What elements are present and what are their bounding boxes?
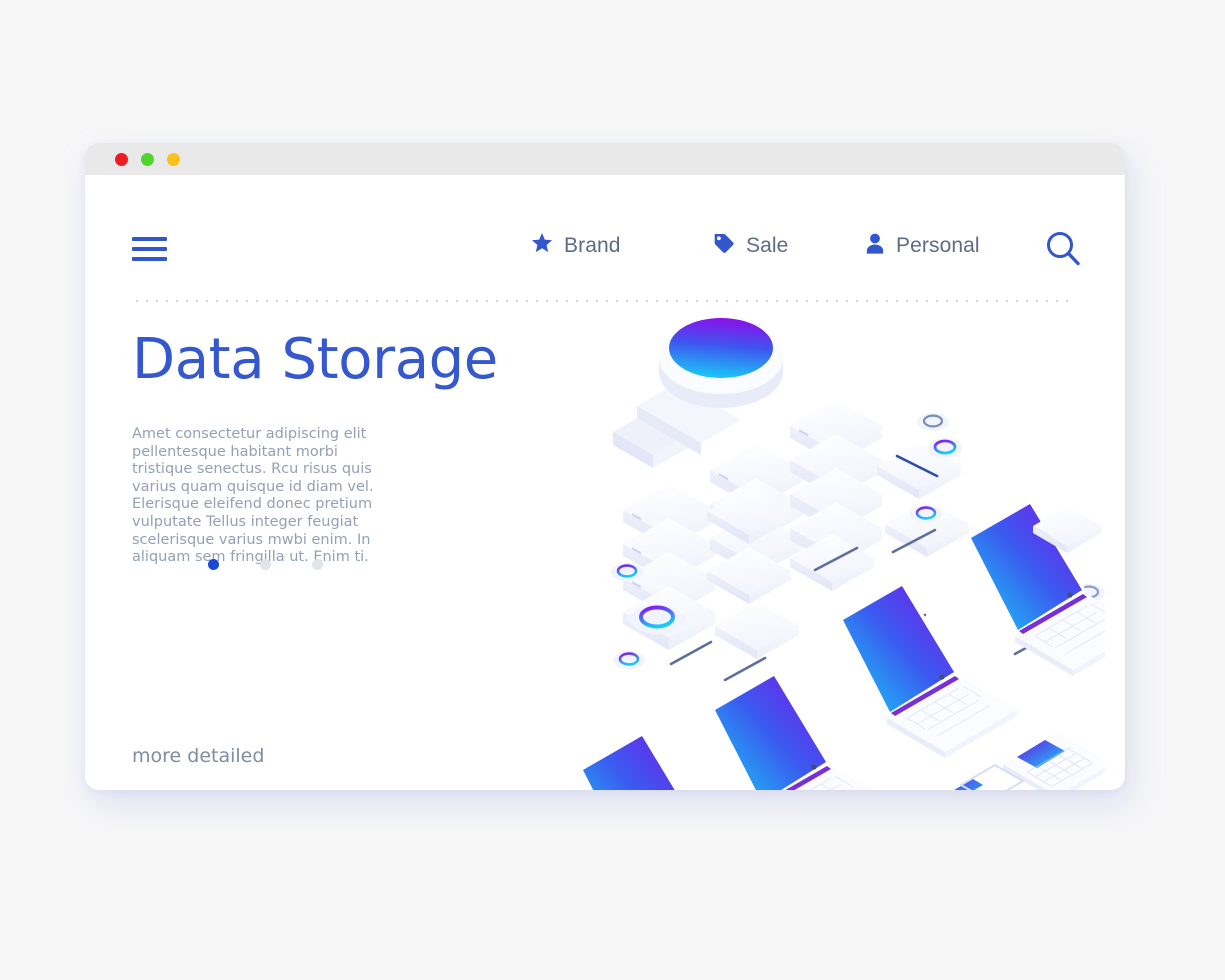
nav-item-sale[interactable]: Sale xyxy=(713,233,788,259)
browser-window: Brand Sale Personal Data Storage Amet co… xyxy=(85,143,1125,790)
nav-item-brand[interactable]: Brand xyxy=(531,233,621,259)
nav-item-personal[interactable]: Personal xyxy=(865,233,980,259)
more-detailed-link[interactable]: more detailed xyxy=(132,745,264,767)
tag-icon xyxy=(713,233,735,259)
carousel-dot-3[interactable] xyxy=(312,559,323,570)
isometric-data-storage-illustration xyxy=(485,280,1105,790)
keyboard xyxy=(1003,732,1105,790)
search-icon[interactable] xyxy=(1044,230,1082,273)
hero-paragraph: Amet consectetur adipiscing elit pellent… xyxy=(132,426,374,566)
carousel-dot-1[interactable] xyxy=(208,559,219,570)
window-maximize-button[interactable] xyxy=(167,153,180,166)
page-content: Brand Sale Personal Data Storage Amet co… xyxy=(85,175,1125,790)
hamburger-bar xyxy=(132,247,167,251)
nav-label-personal: Personal xyxy=(896,234,980,257)
carousel-dot-2[interactable] xyxy=(260,559,271,570)
star-icon xyxy=(531,233,553,259)
window-close-button[interactable] xyxy=(115,153,128,166)
nav-label-sale: Sale xyxy=(746,234,789,257)
hamburger-bar xyxy=(132,237,167,241)
laptop-middle xyxy=(837,580,1017,758)
window-minimize-button[interactable] xyxy=(141,153,154,166)
person-icon xyxy=(865,233,885,259)
hamburger-menu-icon[interactable] xyxy=(132,237,167,261)
hamburger-bar xyxy=(132,257,167,261)
nav-label-brand: Brand xyxy=(564,234,621,257)
navigation-bar: Brand Sale Personal xyxy=(85,175,1125,302)
laptop-center xyxy=(709,670,872,790)
carousel-pagination xyxy=(208,559,323,570)
page-title: Data Storage xyxy=(132,327,498,392)
window-title-bar xyxy=(85,143,1125,175)
